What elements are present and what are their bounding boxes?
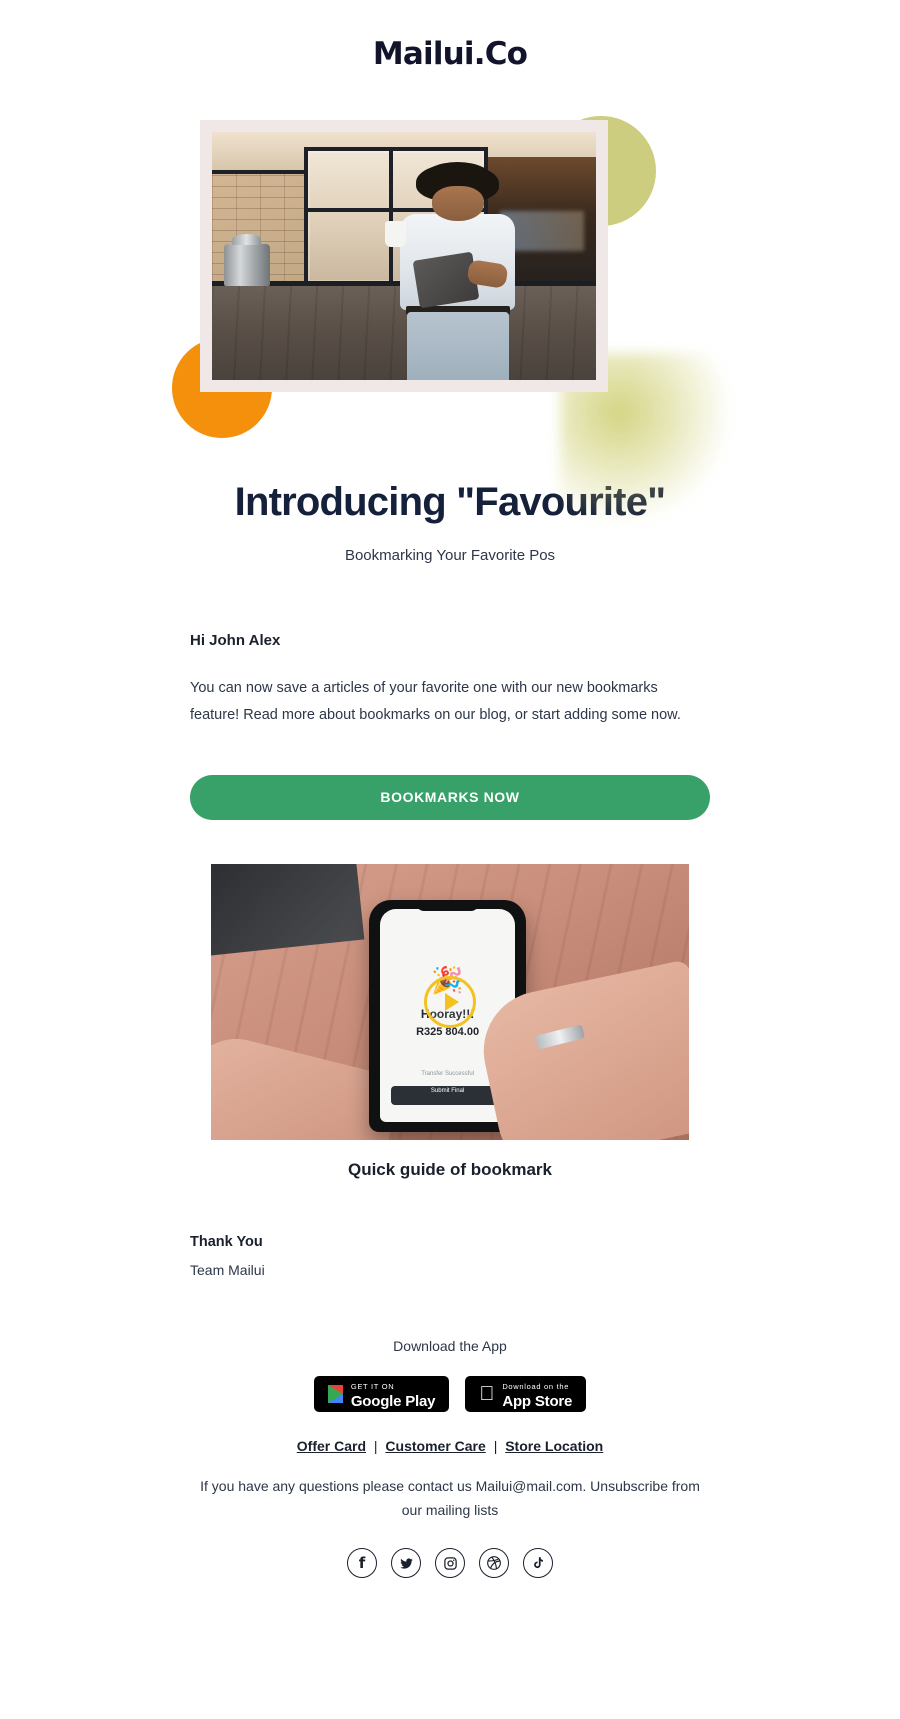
play-icon[interactable] (424, 976, 476, 1028)
google-play-icon (327, 1385, 343, 1403)
tiktok-icon[interactable] (523, 1548, 553, 1578)
bookmarks-now-button[interactable]: BOOKMARKS NOW (190, 775, 710, 820)
hero-photo (212, 132, 596, 380)
page-title: Introducing "Favourite" (234, 480, 666, 524)
signoff-section: Thank You Team Mailui (190, 1234, 710, 1278)
app-store-badge-label: App Store (494, 1393, 572, 1410)
customer-care-link[interactable]: Customer Care (385, 1438, 485, 1454)
photo-coffee-urn (223, 234, 270, 286)
facebook-icon[interactable]: f (347, 1548, 377, 1578)
photo-coffee-cup (384, 220, 406, 247)
hero-photo-frame (200, 120, 608, 392)
store-location-link[interactable]: Store Location (505, 1438, 603, 1454)
offer-card-link[interactable]: Offer Card (297, 1438, 366, 1454)
photo-person-jeans (406, 312, 509, 380)
greeting-text: Hi John Alex (190, 632, 281, 649)
play-triangle (445, 993, 459, 1011)
instagram-icon[interactable] (435, 1548, 465, 1578)
body-paragraph: You can now save a articles of your favo… (190, 680, 681, 723)
thank-you-text: Thank You (190, 1234, 263, 1250)
email-page: Mailui.Co Introducing "Favourite" Bookma… (0, 0, 900, 1719)
social-links: f (0, 1548, 900, 1578)
phone-notch (416, 899, 480, 912)
body-section: Hi John Alex You can now save a articles… (190, 632, 710, 729)
email-header: Mailui.Co (0, 0, 900, 72)
google-play-badge[interactable]: GET IT ON Google Play (313, 1376, 450, 1412)
link-separator-2: | (493, 1438, 498, 1454)
title-section: Introducing "Favourite" Bookmarking Your… (0, 480, 900, 564)
video-caption: Quick guide of bookmark (347, 1160, 553, 1179)
app-store-badge-top: Download on the (494, 1382, 568, 1392)
apple-icon:  (479, 1384, 494, 1404)
email-footer: Download the App GET IT ON Google Play … (0, 1338, 900, 1578)
contact-text: If you have any questions please contact… (200, 1478, 700, 1518)
hero-section (0, 88, 900, 523)
video-section: 🎉 Hooray!!! R325 804.00 Transfer Success… (211, 864, 689, 1180)
phone-screen-button: Submit Final (390, 1086, 505, 1106)
google-play-badge-top: GET IT ON (350, 1382, 395, 1392)
app-store-badge[interactable]:  Download on the App Store (465, 1376, 587, 1412)
brand-logo: Mailui.Co (372, 36, 528, 72)
photo-person-face (431, 185, 484, 221)
twitter-icon[interactable] (391, 1548, 421, 1578)
download-app-label: Download the App (393, 1338, 507, 1354)
video-thumbnail[interactable]: 🎉 Hooray!!! R325 804.00 Transfer Success… (211, 864, 689, 1140)
google-play-badge-label: Google Play (350, 1393, 436, 1410)
team-name-text: Team Mailui (190, 1262, 265, 1278)
dribbble-icon[interactable] (479, 1548, 509, 1578)
link-separator-1: | (373, 1438, 378, 1454)
footer-links: Offer Card | Customer Care | Store Locat… (0, 1438, 900, 1454)
page-subtitle: Bookmarking Your Favorite Pos (344, 547, 556, 564)
app-badges: GET IT ON Google Play  Download on the … (0, 1376, 900, 1412)
photo-person (384, 161, 523, 380)
